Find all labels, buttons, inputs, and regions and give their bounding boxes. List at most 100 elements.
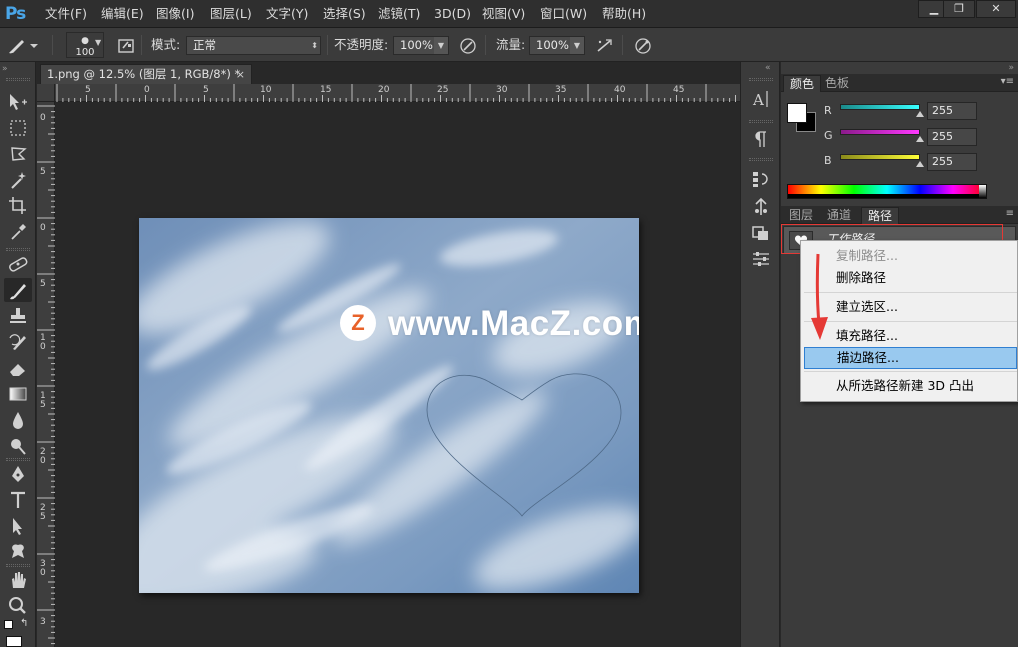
foreground-color-swatch[interactable] — [787, 103, 807, 123]
healing-brush-icon[interactable] — [4, 252, 32, 276]
channel-value-b[interactable]: 255 — [927, 153, 977, 171]
menu-make-selection[interactable]: 建立选区... — [804, 296, 1017, 318]
slider-thumb[interactable] — [916, 136, 924, 142]
airbrush-icon[interactable] — [595, 36, 615, 56]
ruler-origin[interactable] — [37, 84, 55, 102]
channel-slider-g[interactable] — [840, 129, 920, 135]
mode-select[interactable]: 正常 ⬍ — [186, 36, 321, 55]
opacity-field[interactable]: 100% ▼ — [393, 36, 449, 55]
tab-color[interactable]: 颜色 — [783, 75, 822, 92]
tab-channels[interactable]: 通道 — [821, 207, 857, 224]
menu-new-3d-extrusion[interactable]: 从所选路径新建 3D 凸出 — [804, 375, 1017, 397]
vertical-ruler[interactable]: 0 5 0 5 1 0 1 5 2 0 2 5 3 0 3 — [37, 102, 55, 647]
panel-menu-icon[interactable]: ▾≡ — [1001, 76, 1014, 87]
document-tab-title: 1.png @ 12.5% (图层 1, RGB/8*) * — [47, 67, 241, 81]
ruler-ticks — [56, 84, 736, 102]
type-tool-icon[interactable] — [4, 488, 32, 512]
tab-swatches[interactable]: 色板 — [819, 75, 855, 92]
brush-tool-icon[interactable] — [4, 278, 32, 302]
menu-fill-path[interactable]: 填充路径... — [804, 325, 1017, 347]
channel-slider-b[interactable] — [840, 154, 920, 160]
color-spectrum-ramp[interactable] — [787, 184, 987, 199]
flow-field[interactable]: 100% ▼ — [529, 36, 585, 55]
menu-edit[interactable]: 编辑(E) — [101, 0, 144, 28]
menu-select[interactable]: 选择(S) — [323, 0, 366, 28]
history-brush-icon[interactable] — [4, 330, 32, 354]
ruler-label: 1 5 — [40, 391, 46, 410]
menu-view[interactable]: 视图(V) — [482, 0, 525, 28]
menu-delete-path[interactable]: 删除路径 — [804, 267, 1017, 289]
menu-file[interactable]: 文件(F) — [45, 0, 87, 28]
channel-value-r[interactable]: 255 — [927, 102, 977, 120]
move-tool-icon[interactable] — [4, 90, 32, 114]
crop-tool-icon[interactable] — [4, 194, 32, 218]
flow-label: 流量: — [496, 37, 526, 52]
zoom-tool-icon[interactable] — [4, 594, 32, 618]
collapse-double-arrow-icon[interactable]: « — [765, 63, 771, 73]
default-colors-icon[interactable] — [4, 620, 13, 629]
custom-shape-icon[interactable] — [4, 540, 32, 564]
path-selection-icon[interactable] — [4, 514, 32, 538]
image-canvas[interactable]: Z www.MacZ.com — [139, 218, 639, 593]
brush-panel-toggle-icon[interactable] — [116, 36, 136, 56]
channel-value-g[interactable]: 255 — [927, 128, 977, 146]
document-tab[interactable]: 1.png @ 12.5% (图层 1, RGB/8*) * × — [40, 64, 252, 84]
adjustments-panel-icon[interactable] — [750, 248, 772, 270]
eraser-icon[interactable] — [4, 356, 32, 380]
menu-help[interactable]: 帮助(H) — [602, 0, 646, 28]
menu-image[interactable]: 图像(I) — [156, 0, 194, 28]
marquee-tool-icon[interactable] — [4, 116, 32, 140]
chevron-down-icon[interactable]: ▼ — [95, 38, 101, 47]
close-window-button[interactable]: ✕ — [976, 0, 1016, 18]
ruler-label: 35 — [555, 85, 567, 95]
channel-slider-r[interactable] — [840, 104, 920, 110]
pressure-opacity-icon[interactable] — [458, 36, 478, 56]
menu-filter[interactable]: 滤镜(T) — [378, 0, 420, 28]
panel-menu-icon[interactable]: ≡ — [1006, 208, 1014, 219]
menu-layer[interactable]: 图层(L) — [210, 0, 252, 28]
character-panel-icon[interactable]: A — [750, 88, 772, 110]
menu-stroke-path[interactable]: 描边路径... — [804, 347, 1017, 369]
gradient-tool-icon[interactable] — [4, 382, 32, 406]
menu-3d[interactable]: 3D(D) — [434, 0, 471, 28]
pen-tool-icon[interactable] — [4, 462, 32, 486]
history-panel-icon[interactable] — [750, 168, 772, 190]
magic-wand-icon[interactable] — [4, 168, 32, 192]
options-bar: ● 100 ▼ 模式: 正常 ⬍ 不透明度: 100% ▼ 流量: 100% ▼ — [0, 28, 1018, 62]
restore-button[interactable]: ❐ — [943, 0, 975, 18]
ruler-label: 3 0 — [40, 559, 46, 578]
panel-grip[interactable] — [6, 78, 30, 81]
eyedropper-icon[interactable] — [4, 220, 32, 244]
opacity-value: 100% — [400, 38, 433, 52]
chevron-down-icon[interactable]: ▼ — [434, 37, 448, 54]
panel-grip — [6, 564, 30, 567]
blur-tool-icon[interactable] — [4, 408, 32, 432]
collapse-double-arrow-icon[interactable]: » — [2, 64, 8, 74]
swap-colors-icon[interactable]: ↰ — [20, 618, 28, 629]
tab-paths[interactable]: 路径 — [861, 207, 900, 224]
actions-panel-icon[interactable] — [750, 196, 772, 218]
ruler-label: 0 — [144, 85, 150, 95]
ruler-label: 5 — [85, 85, 91, 95]
brush-preset-icon[interactable] — [6, 36, 38, 56]
hand-tool-icon[interactable] — [4, 568, 32, 592]
horizontal-ruler[interactable]: 5 0 5 10 15 20 25 30 35 40 45 — [55, 84, 740, 102]
clone-stamp-icon[interactable] — [4, 304, 32, 328]
foreground-color-swatch[interactable] — [6, 636, 22, 647]
menu-window[interactable]: 窗口(W) — [540, 0, 587, 28]
minimize-icon: ▁ — [929, 2, 939, 15]
layer-comps-icon[interactable] — [750, 222, 772, 244]
restore-icon: ❐ — [954, 2, 964, 15]
ruler-label: 25 — [437, 85, 449, 95]
paragraph-panel-icon[interactable] — [750, 128, 772, 150]
slider-thumb[interactable] — [916, 161, 924, 167]
dodge-tool-icon[interactable] — [4, 434, 32, 458]
pressure-size-icon[interactable] — [633, 36, 653, 56]
collapse-double-arrow-icon[interactable]: » — [1008, 63, 1014, 73]
tab-layers[interactable]: 图层 — [783, 207, 819, 224]
menu-type[interactable]: 文字(Y) — [266, 0, 308, 28]
chevron-down-icon[interactable]: ▼ — [570, 37, 584, 54]
slider-thumb[interactable] — [916, 111, 924, 117]
close-tab-icon[interactable]: × — [236, 65, 245, 84]
lasso-tool-icon[interactable] — [4, 142, 32, 166]
